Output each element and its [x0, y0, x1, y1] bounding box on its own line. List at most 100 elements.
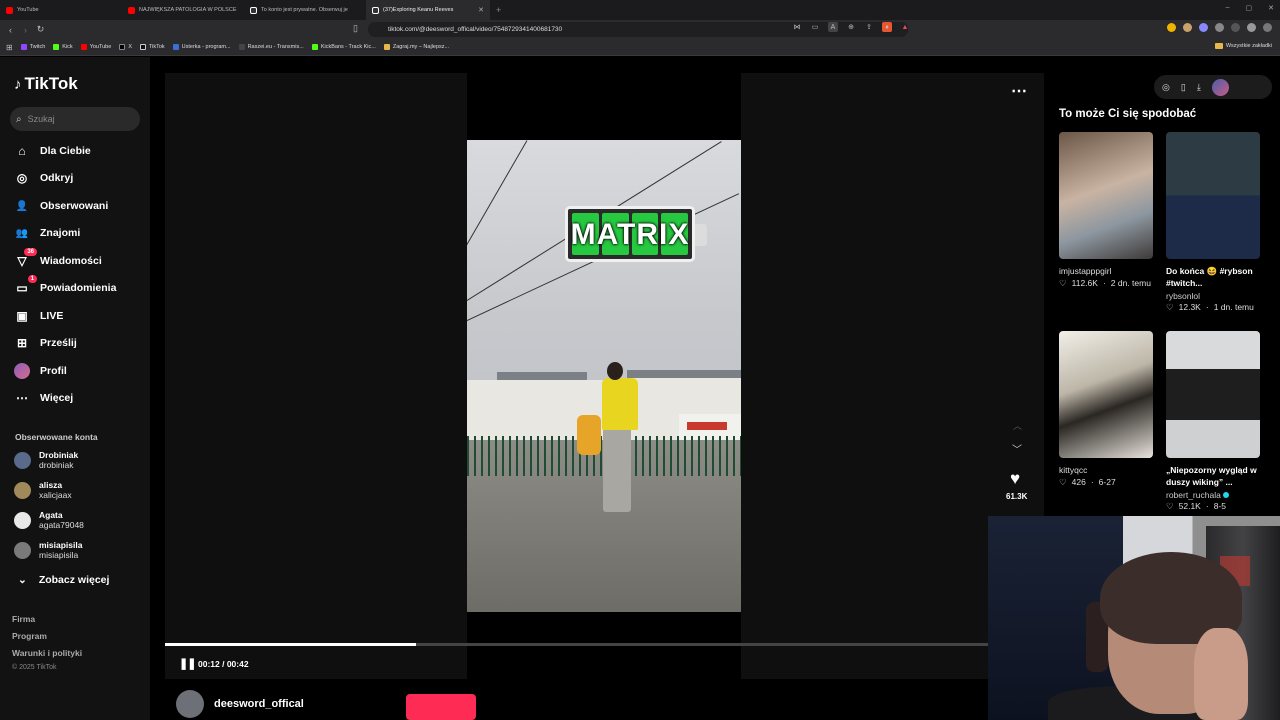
video-user[interactable]: rybsonlol	[1166, 291, 1260, 301]
zoom-icon[interactable]: ⊕	[846, 22, 856, 32]
search-input[interactable]	[27, 114, 128, 124]
dot-separator: ·	[1205, 501, 1209, 511]
bookmark-item[interactable]: X	[119, 44, 132, 50]
bookmark-item[interactable]: Twitch	[20, 44, 46, 50]
browser-tab[interactable]: NAJWIĘKSZA PATOLOGIA W POLSCE	[122, 0, 244, 20]
search-box[interactable]: ⌕	[10, 107, 140, 131]
bookmark-item[interactable]: Kick	[53, 44, 73, 50]
bookmark-item[interactable]: YouTube	[80, 44, 112, 50]
video-player[interactable]: MATRIX ⋯ ︿ ﹀ ♥ 61.3K ❚❚ 00:12 / 00:42	[165, 73, 1044, 679]
bookmark-icon[interactable]: ▯	[353, 23, 358, 34]
bookmark-item[interactable]: Zagraj.my – Najlepsz...	[383, 44, 449, 50]
explore-icon[interactable]: ◎	[1162, 82, 1170, 93]
like-count: 52.1K	[1178, 501, 1201, 511]
bookmark-label: YouTube	[89, 44, 112, 50]
sidebar-item-notifications[interactable]: ▭ 1 Powiadomienia	[14, 275, 116, 296]
sidebar-item-friends[interactable]: 👥 Znajomi	[14, 225, 81, 241]
rewards-icon[interactable]: ▲	[900, 22, 910, 32]
video-author[interactable]: deesword_offical	[176, 690, 304, 718]
music-icon[interactable]	[1247, 23, 1256, 32]
more-options-icon[interactable]: ⋯	[1011, 81, 1027, 101]
close-window-icon[interactable]: ✕	[1268, 4, 1274, 12]
back-icon[interactable]: ‹	[3, 25, 18, 35]
close-tab-icon[interactable]: ✕	[478, 6, 484, 14]
sidebar-item-explore[interactable]: ◎ Odkryj	[14, 170, 74, 186]
browser-tab[interactable]: To konto jest prywatne. Obserwuj je	[244, 0, 366, 20]
tiktok-icon	[250, 6, 257, 14]
sidebar-item-for-you[interactable]: ⌂ Dla Ciebie	[14, 143, 90, 159]
followed-account[interactable]: Agata agata79048	[14, 510, 84, 530]
top-action-bar: ◎ ▯ ⤓	[1154, 75, 1272, 99]
bookmark-item[interactable]: KickBans - Track Kic...	[311, 44, 376, 50]
footer-link-program[interactable]: Program	[12, 631, 47, 641]
video-thumbnail[interactable]	[1059, 331, 1153, 458]
footer-link-company[interactable]: Firma	[12, 614, 35, 624]
previous-video-icon[interactable]: ︿	[1013, 419, 1022, 432]
apps-icon[interactable]: ⊞	[6, 43, 13, 52]
bookmark-item[interactable]: Raszei.eu - Transmis...	[238, 44, 304, 50]
extension-icon[interactable]	[1199, 23, 1208, 32]
follow-button[interactable]	[406, 694, 476, 720]
extension-icon[interactable]	[1231, 23, 1240, 32]
see-more-button[interactable]: ⌄ Zobacz więcej	[18, 574, 109, 586]
video-thumbnail[interactable]	[1166, 331, 1260, 458]
menu-icon[interactable]	[1263, 23, 1272, 32]
forward-icon[interactable]: ›	[18, 25, 33, 35]
sidebar-item-upload[interactable]: ⊞ Prześlij	[14, 335, 77, 351]
new-tab-button[interactable]: +	[496, 5, 501, 15]
all-bookmarks-folder[interactable]: Wszystkie zakładki	[1214, 43, 1272, 49]
kick-icon	[53, 44, 60, 50]
video-thumbnail[interactable]	[1166, 132, 1260, 259]
device-icon[interactable]: ▯	[1181, 82, 1186, 93]
video-thumbnail[interactable]	[1059, 132, 1153, 259]
overlay-caption: MATRIX	[570, 218, 690, 251]
translate-icon[interactable]: A	[828, 22, 838, 32]
cast-icon[interactable]: ▭	[810, 22, 820, 32]
url-actions: ⋈ ▭ A ⊕ ⇪ ♦ ▲	[792, 22, 910, 32]
brave-shield-icon[interactable]: ♦	[882, 22, 892, 32]
extension-icon[interactable]	[1215, 23, 1224, 32]
pause-icon[interactable]: ❚❚	[179, 657, 196, 670]
tiktok-logo-icon: ♪	[14, 75, 22, 93]
followed-account[interactable]: Drobiniak drobiniak	[14, 450, 78, 470]
recommended-video[interactable]: imjustapppgirl ♡ 112.6K · 2 dn. temu	[1059, 132, 1153, 289]
extension-icon[interactable]	[1183, 23, 1192, 32]
browser-tab-active[interactable]: (37)Exploring Keanu Reeves ✕	[366, 0, 490, 20]
progress-bar[interactable]	[165, 643, 1044, 646]
profile-avatar[interactable]	[1211, 78, 1229, 96]
footer-link-terms[interactable]: Warunki i polityki	[12, 648, 82, 658]
bookmark-label: Twitch	[29, 44, 46, 50]
video-user[interactable]: robert_ruchala	[1166, 490, 1260, 500]
sidebar-item-messages[interactable]: ▽ 36 Wiadomości	[14, 248, 102, 269]
video-frame[interactable]: MATRIX	[467, 140, 741, 612]
copyright: © 2025 TikTok	[12, 664, 57, 671]
followed-account[interactable]: alisza xalicjaax	[14, 480, 72, 500]
recommended-video[interactable]: „Niepozorny wygląd w duszy wiking” ... r…	[1166, 331, 1260, 512]
account-name: alisza	[39, 480, 63, 490]
time-display: 00:12 / 00:42	[198, 659, 249, 669]
media-icon[interactable]: ⋈	[792, 22, 802, 32]
extension-icon[interactable]	[1167, 23, 1176, 32]
maximize-icon[interactable]: ▢	[1246, 4, 1253, 12]
reload-icon[interactable]: ↻	[33, 24, 48, 35]
download-icon[interactable]: ⤓	[1197, 82, 1201, 93]
browser-tab[interactable]: YouTube	[0, 0, 122, 20]
sidebar-item-live[interactable]: ▣ LIVE	[14, 308, 63, 324]
share-icon[interactable]: ⇪	[864, 22, 874, 32]
webcam-overlay	[988, 516, 1280, 720]
bookmark-item[interactable]: Usterka - program...	[172, 44, 231, 50]
heart-icon[interactable]: ♥	[1010, 469, 1020, 489]
sidebar-item-more[interactable]: ⋯ Więcej	[14, 390, 73, 406]
recommended-video[interactable]: Do końca 😆 #rybson #twitch... rybsonlol …	[1166, 132, 1260, 313]
sidebar-item-following[interactable]: 👤 Obserwowani	[14, 198, 109, 214]
sidebar-item-profile[interactable]: Profil	[14, 363, 67, 379]
like-count: 112.6K	[1071, 278, 1098, 288]
tiktok-logo[interactable]: ♪ TikTok	[14, 74, 78, 94]
recommended-video[interactable]: kittyqcc ♡ 426 · 6-27	[1059, 331, 1153, 488]
bookmark-item[interactable]: TikTok	[139, 44, 165, 50]
search-icon: ⌕	[16, 113, 22, 125]
followed-account[interactable]: misiapisila misiapisila	[14, 540, 82, 560]
next-video-icon[interactable]: ﹀	[1012, 441, 1022, 456]
see-more-label: Zobacz więcej	[38, 574, 110, 586]
minimize-icon[interactable]: –	[1226, 4, 1230, 12]
